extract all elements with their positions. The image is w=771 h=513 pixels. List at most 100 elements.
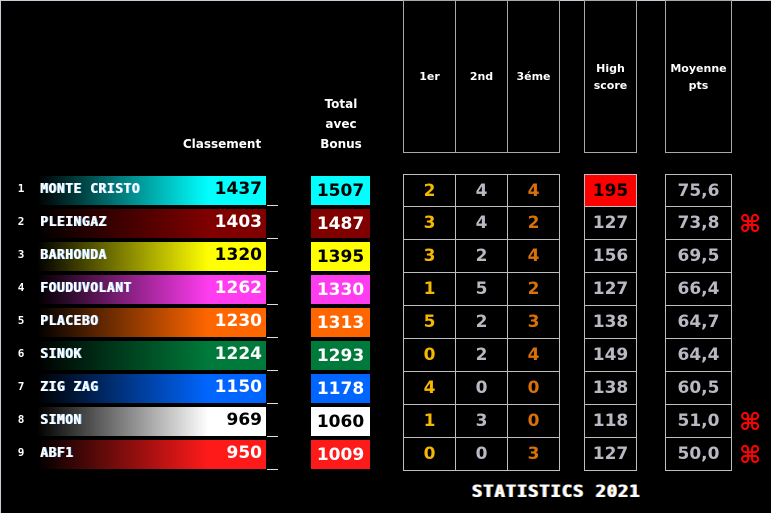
header-total-line2: avec (325, 117, 357, 131)
high-score: 138 (584, 306, 637, 339)
high-score: 138 (584, 372, 637, 405)
average-points: 60,5 (665, 372, 732, 405)
header-third: 3éme (508, 0, 560, 153)
rank-number: 2 (17, 215, 25, 228)
header-second-label: 2nd (469, 70, 494, 83)
high-score: 195 (584, 174, 637, 207)
player-name: FOUDUVOLANT (40, 281, 132, 296)
player-score: 1437 (214, 179, 262, 199)
total-bonus: 1293 (311, 341, 370, 370)
player-score: 1262 (214, 278, 262, 298)
player-score: 1320 (214, 245, 262, 265)
player-name: BARHONDA (40, 248, 107, 263)
third-place-count: 3 (507, 438, 560, 471)
row-separator (267, 469, 278, 470)
second-place-count: 5 (455, 273, 508, 306)
header-third-label: 3éme (516, 70, 551, 83)
player-bar: FOUDUVOLANT 1262 (37, 275, 266, 304)
row-separator (267, 370, 278, 371)
second-place-count: 0 (455, 372, 508, 405)
row-separator (267, 337, 278, 338)
table-row: 3 BARHONDA 1320 1395 3 2 4 156 69,5 (0, 240, 771, 273)
header-total-line1: Total (324, 97, 358, 111)
table-row: 8 SIMON 969 1060 1 3 0 118 51,0 ⌘ (0, 405, 771, 438)
player-score: 1224 (214, 344, 262, 364)
player-name: PLEINGAZ (40, 215, 107, 230)
header-second: 2nd (456, 0, 508, 153)
third-place-count: 4 (507, 174, 560, 207)
rank-number: 1 (17, 182, 25, 195)
total-bonus: 1507 (311, 176, 370, 205)
rank-number: 8 (17, 413, 25, 426)
player-score: 1150 (214, 377, 262, 397)
header-highscore-line2: score (593, 78, 628, 92)
table-row: 6 SINOK 1224 1293 0 2 4 149 64,4 (0, 339, 771, 372)
row-separator (267, 403, 278, 404)
third-place-count: 0 (507, 405, 560, 438)
total-bonus: 1178 (311, 374, 370, 403)
rank-number: 6 (17, 347, 25, 360)
header-total-bonus: Total avec Bonus (308, 94, 374, 154)
third-place-count: 4 (507, 240, 560, 273)
player-bar: MONTE CRISTO 1437 (37, 176, 266, 205)
player-score: 1403 (214, 212, 262, 232)
second-place-count: 0 (455, 438, 508, 471)
first-place-count: 4 (403, 372, 456, 405)
player-name: PLACEBO (40, 314, 99, 329)
high-score: 156 (584, 240, 637, 273)
player-score: 950 (226, 443, 263, 463)
player-score: 1230 (214, 311, 262, 331)
average-points: 64,4 (665, 339, 732, 372)
second-place-count: 2 (455, 306, 508, 339)
average-points: 66,4 (665, 273, 732, 306)
row-separator (267, 205, 278, 206)
second-place-count: 2 (455, 240, 508, 273)
rank-number: 3 (17, 248, 25, 261)
second-place-count: 2 (455, 339, 508, 372)
table-row: 4 FOUDUVOLANT 1262 1330 1 5 2 127 66,4 (0, 273, 771, 306)
player-bar: ZIG ZAG 1150 (37, 374, 266, 403)
total-bonus: 1330 (311, 275, 370, 304)
command-mark-icon: ⌘ (739, 210, 762, 238)
player-bar: PLEINGAZ 1403 (37, 209, 266, 238)
player-bar: BARHONDA 1320 (37, 242, 266, 271)
player-name: SIMON (40, 413, 82, 428)
rank-number: 4 (17, 281, 25, 294)
average-points: 69,5 (665, 240, 732, 273)
player-bar: SIMON 969 (37, 407, 266, 436)
average-points: 73,8 (665, 207, 732, 240)
player-name: MONTE CRISTO (40, 182, 140, 197)
average-points: 75,6 (665, 174, 732, 207)
header-moyenne-line1: Moyenne (670, 61, 727, 75)
high-score: 127 (584, 207, 637, 240)
player-bar: PLACEBO 1230 (37, 308, 266, 337)
table-row: 9 ABF1 950 1009 0 0 3 127 50,0 ⌘ (0, 438, 771, 471)
row-separator (267, 304, 278, 305)
header-total-line3: Bonus (320, 137, 362, 151)
total-bonus: 1009 (311, 440, 370, 469)
header-highscore: High score (584, 0, 637, 153)
total-bonus: 1313 (311, 308, 370, 337)
command-mark-icon: ⌘ (739, 441, 762, 469)
row-separator (267, 238, 278, 239)
third-place-count: 2 (507, 273, 560, 306)
first-place-count: 3 (403, 240, 456, 273)
first-place-count: 1 (403, 273, 456, 306)
high-score: 127 (584, 273, 637, 306)
second-place-count: 4 (455, 207, 508, 240)
player-name: ABF1 (40, 446, 74, 461)
header-moyenne-line2: pts (688, 78, 709, 92)
header-first-label: 1er (419, 70, 440, 83)
second-place-count: 4 (455, 174, 508, 207)
third-place-count: 4 (507, 339, 560, 372)
table-row: 1 MONTE CRISTO 1437 1507 2 4 4 195 75,6 (0, 174, 771, 207)
row-separator (267, 271, 278, 272)
second-place-count: 3 (455, 405, 508, 438)
footer-title: STATISTICS 2021 (472, 482, 641, 502)
rank-number: 7 (17, 380, 25, 393)
first-place-count: 2 (403, 174, 456, 207)
header-highscore-line1: High (596, 61, 625, 75)
high-score: 149 (584, 339, 637, 372)
player-name: ZIG ZAG (40, 380, 99, 395)
player-score: 969 (226, 410, 263, 430)
